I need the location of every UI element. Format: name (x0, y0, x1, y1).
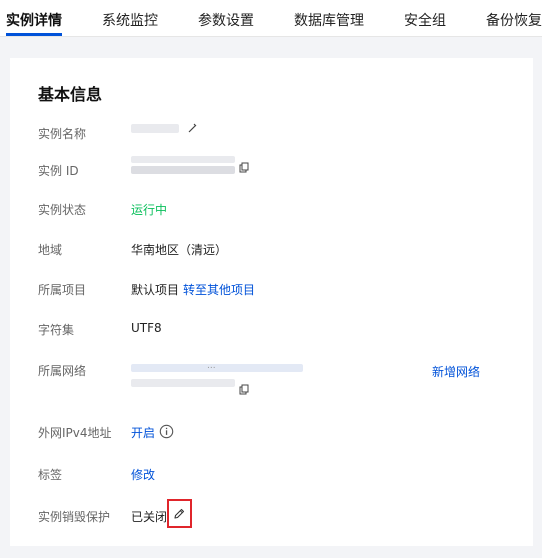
modify-tags-link[interactable]: 修改 (131, 466, 155, 483)
region-label: 地域 (38, 243, 63, 257)
charset-value: UTF8 (131, 321, 162, 335)
tags-label: 标签 (38, 468, 63, 482)
destroy-protection-value: 已关闭 (131, 510, 168, 524)
tab-instance-detail[interactable]: 实例详情 (6, 10, 62, 30)
network-value-redacted-top (131, 364, 303, 372)
instance-id-value-redacted-bottom (131, 166, 235, 174)
public-ipv4-value[interactable]: 开启 (131, 424, 155, 441)
instance-id-value-redacted-top (131, 156, 235, 163)
status-label: 实例状态 (38, 203, 87, 217)
edit-destroy-protection-icon[interactable] (172, 507, 186, 521)
add-network-link[interactable]: 新增网络 (432, 363, 480, 380)
network-label: 所属网络 (38, 364, 87, 378)
status-value: 运行中 (131, 203, 168, 217)
instance-name-label: 实例名称 (38, 127, 87, 141)
copy-network-icon[interactable] (238, 384, 250, 396)
instance-name-value-redacted (131, 124, 179, 133)
network-value-redacted-bottom (131, 379, 235, 387)
tab-parameter-settings[interactable]: 参数设置 (198, 10, 254, 30)
basic-info-card: 基本信息 实例名称 实例 ID 实例状态 运行中 地域 华南地区（清远） 所属项… (10, 58, 533, 546)
copy-id-icon[interactable] (238, 162, 250, 174)
tab-bar: 实例详情 系统监控 参数设置 数据库管理 安全组 备份恢复 (0, 0, 542, 37)
public-ipv4-label: 外网IPv4地址 (38, 426, 112, 440)
edit-name-icon[interactable] (186, 122, 198, 134)
region-value: 华南地区（清远） (131, 243, 228, 257)
info-icon[interactable] (159, 424, 174, 439)
network-partial-text: ... (207, 361, 216, 371)
destroy-protection-label: 实例销毁保护 (38, 510, 111, 524)
project-value: 默认项目 (131, 283, 180, 297)
move-project-link[interactable]: 转至其他项目 (183, 281, 255, 298)
project-label: 所属项目 (38, 283, 87, 297)
tab-security-group[interactable]: 安全组 (404, 10, 446, 30)
tab-system-monitor[interactable]: 系统监控 (102, 10, 158, 30)
tab-backup-restore[interactable]: 备份恢复 (486, 10, 542, 30)
card-title: 基本信息 (38, 85, 103, 104)
instance-id-label: 实例 ID (38, 164, 79, 178)
charset-label: 字符集 (38, 323, 75, 337)
tab-database-management[interactable]: 数据库管理 (294, 10, 364, 30)
active-tab-indicator (6, 33, 62, 36)
